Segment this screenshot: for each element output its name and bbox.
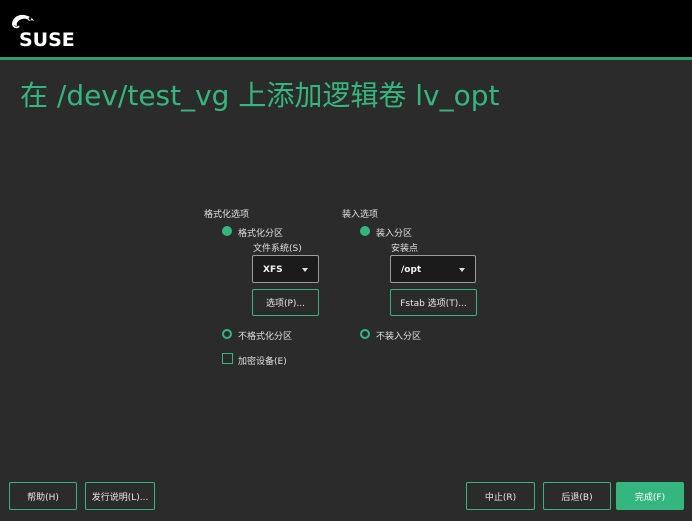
no-format-partition-radio[interactable] (222, 329, 232, 339)
no-mount-partition-radio[interactable] (360, 329, 370, 339)
format-options-label: 格式化选项 (204, 210, 250, 220)
filesystem-select[interactable]: XFS (252, 255, 319, 283)
encrypt-device-checkbox[interactable] (222, 353, 233, 364)
mount-point-value: /opt (401, 265, 422, 275)
mount-partition-label: 装入分区 (376, 229, 413, 239)
no-format-partition-label: 不格式化分区 (238, 332, 293, 342)
mount-options-label: 装入选项 (342, 210, 379, 220)
abort-button[interactable]: 中止(R) (466, 482, 535, 510)
format-partition-label: 格式化分区 (238, 229, 284, 239)
mount-point-select[interactable]: /opt (390, 255, 476, 283)
filesystem-value: XFS (263, 265, 283, 275)
format-partition-radio[interactable] (222, 226, 232, 236)
filesystem-label: 文件系统(S) (253, 244, 302, 254)
chevron-down-icon (302, 268, 308, 272)
mount-partition-radio[interactable] (360, 226, 370, 236)
format-options-button[interactable]: 选项(P)... (252, 289, 319, 316)
fstab-options-button[interactable]: Fstab 选项(T)... (390, 289, 477, 316)
no-mount-partition-label: 不装入分区 (376, 332, 422, 342)
mount-point-label: 安装点 (391, 244, 419, 254)
release-notes-button[interactable]: 发行说明(L)... (85, 482, 155, 510)
chevron-down-icon (459, 268, 465, 272)
help-button[interactable]: 帮助(H) (9, 482, 77, 510)
brand-name: SUSE (19, 29, 75, 51)
chameleon-icon (12, 14, 34, 29)
finish-button[interactable]: 完成(F) (616, 482, 684, 510)
page-title: 在 /dev/test_vg 上添加逻辑卷 lv_opt (20, 79, 500, 112)
encrypt-device-label: 加密设备(E) (238, 357, 287, 367)
back-button[interactable]: 后退(B) (543, 482, 611, 510)
top-bar: SUSE (0, 0, 692, 60)
header-accent-stripe (0, 57, 692, 60)
